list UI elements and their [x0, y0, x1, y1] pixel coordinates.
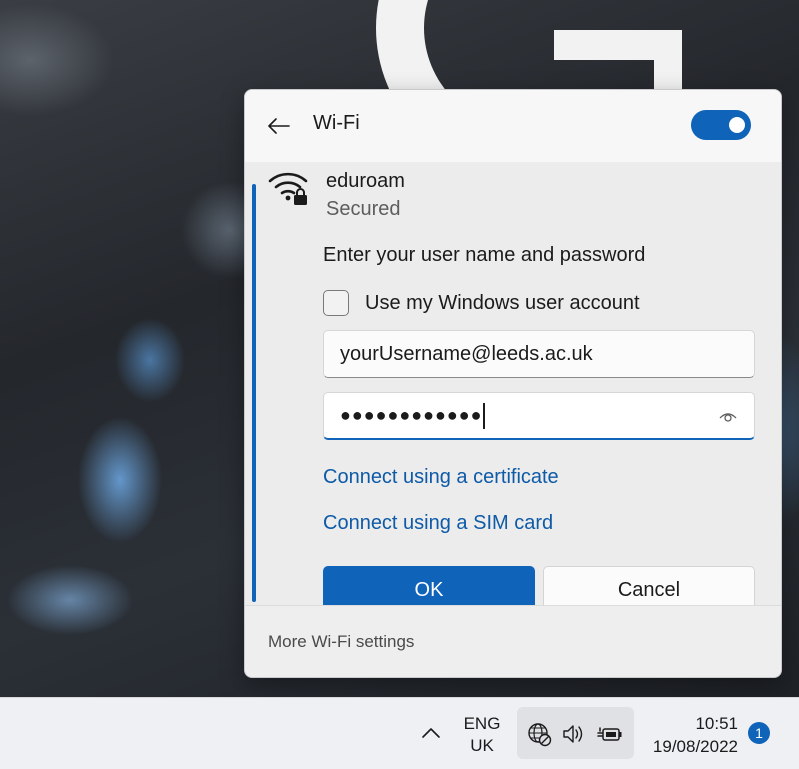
checkbox-label: Use my Windows user account: [365, 291, 640, 314]
reveal-password-icon[interactable]: [718, 407, 738, 427]
network-name: eduroam: [326, 170, 405, 192]
wifi-toggle[interactable]: [691, 110, 751, 140]
toggle-knob: [729, 117, 745, 133]
chevron-up-icon[interactable]: [418, 720, 444, 746]
notification-badge[interactable]: 1: [748, 722, 770, 744]
text-caret: [483, 402, 486, 429]
credentials-prompt: Enter your user name and password: [323, 244, 646, 266]
connect-certificate-link[interactable]: Connect using a certificate: [323, 466, 559, 489]
language-region: UK: [470, 736, 494, 755]
globe-blocked-icon: [528, 723, 552, 747]
password-field[interactable]: ●●●●●●●●●●●●: [323, 392, 755, 440]
speaker-icon: [563, 725, 583, 743]
flyout-header: Wi-Fi: [245, 90, 781, 162]
username-value: yourUsername@leeds.ac.uk: [340, 342, 593, 365]
windows-account-checkbox-row[interactable]: Use my Windows user account: [323, 290, 640, 316]
flyout-title: Wi-Fi: [313, 112, 360, 134]
background-logo: [376, 0, 696, 92]
selection-accent-bar: [252, 184, 256, 602]
username-field[interactable]: yourUsername@leeds.ac.uk: [323, 330, 755, 378]
flyout-footer: More Wi-Fi settings: [245, 605, 781, 677]
clock[interactable]: 10:51 19/08/2022: [640, 712, 738, 758]
network-panel: [245, 162, 781, 605]
password-mask: ●●●●●●●●●●●●: [340, 405, 483, 425]
windows-account-checkbox[interactable]: [323, 290, 349, 316]
battery-charging-icon: [597, 727, 622, 741]
quick-settings-button[interactable]: [517, 707, 634, 759]
language-code: ENG: [463, 714, 501, 733]
clock-time: 10:51: [695, 714, 738, 733]
input-language-indicator[interactable]: ENG UK: [458, 713, 506, 757]
wifi-flyout: Wi-Fi eduroam Secured Enter your user na…: [244, 89, 782, 678]
back-button[interactable]: [263, 110, 295, 142]
taskbar: ENG UK 10:51 19/08/2022 1: [0, 697, 799, 769]
connect-sim-link[interactable]: Connect using a SIM card: [323, 512, 553, 535]
clock-date: 19/08/2022: [652, 737, 738, 756]
network-status: Secured: [326, 198, 401, 220]
wifi-secured-icon: [268, 172, 308, 205]
more-wifi-settings-link[interactable]: More Wi-Fi settings: [268, 632, 414, 652]
arrow-left-icon: [268, 118, 290, 134]
